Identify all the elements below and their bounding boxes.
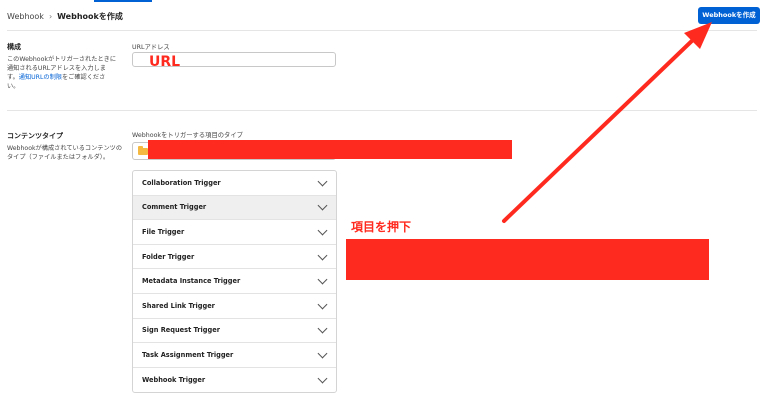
trigger-label: File Trigger	[142, 227, 185, 236]
chevron-down-icon	[317, 348, 328, 359]
breadcrumb: Webhook › Webhookを作成	[7, 11, 123, 22]
trigger-item-task-assignment[interactable]: Task Assignment Trigger	[133, 343, 336, 368]
url-address-label: URLアドレス	[132, 44, 170, 51]
trigger-item-metadata-instance[interactable]: Metadata Instance Trigger	[133, 269, 336, 294]
trigger-type-label: Webhookをトリガーする項目のタイプ	[132, 132, 243, 139]
trigger-label: Sign Request Trigger	[142, 326, 220, 335]
arrow-head-icon	[684, 22, 712, 49]
chevron-down-icon	[317, 250, 328, 261]
click-item-annotation: 項目を押下	[351, 220, 412, 234]
active-tab-indicator	[94, 0, 152, 2]
config-section-title: 構成	[7, 43, 21, 51]
config-section-description: このWebhookがトリガーされたときに通知されるURLアドレスを入力します。通…	[7, 55, 117, 91]
chevron-down-icon	[317, 373, 328, 384]
create-webhook-button[interactable]: Webhookを作成	[698, 7, 760, 24]
notification-url-restrictions-link[interactable]: 通知URLの制限	[19, 74, 62, 81]
trigger-label: Folder Trigger	[142, 252, 195, 261]
trigger-item-comment[interactable]: Comment Trigger	[133, 195, 336, 221]
chevron-down-icon	[317, 323, 328, 334]
trigger-label: Comment Trigger	[142, 203, 207, 212]
trigger-item-file[interactable]: File Trigger	[133, 220, 336, 245]
chevron-down-icon	[317, 274, 328, 285]
trigger-item-shared-link[interactable]: Shared Link Trigger	[133, 294, 336, 319]
trigger-label: Collaboration Trigger	[142, 178, 221, 187]
breadcrumb-root[interactable]: Webhook	[7, 12, 44, 21]
chevron-down-icon	[317, 225, 328, 236]
chevron-down-icon	[317, 176, 328, 187]
header-divider	[7, 30, 757, 31]
arrow-shaft	[502, 34, 699, 223]
content-type-section-title: コンテンツタイプ	[7, 132, 63, 140]
trigger-accordion: Collaboration Trigger Comment Trigger Fi…	[132, 170, 337, 394]
trigger-item-sign-request[interactable]: Sign Request Trigger	[133, 319, 336, 344]
trigger-item-collaboration[interactable]: Collaboration Trigger	[133, 171, 336, 196]
chevron-down-icon	[317, 200, 328, 211]
redaction-box	[148, 140, 512, 159]
trigger-label: Task Assignment Trigger	[142, 350, 234, 359]
breadcrumb-current: Webhookを作成	[57, 12, 123, 21]
trigger-item-webhook[interactable]: Webhook Trigger	[133, 368, 336, 393]
url-annotation: URL	[149, 54, 181, 70]
folder-icon	[138, 146, 148, 155]
section-divider	[7, 110, 757, 111]
chevron-down-icon	[317, 299, 328, 310]
trigger-label: Webhook Trigger	[142, 376, 206, 385]
chevron-right-icon: ›	[48, 12, 53, 21]
trigger-item-folder[interactable]: Folder Trigger	[133, 245, 336, 270]
trigger-label: Metadata Instance Trigger	[142, 277, 241, 286]
content-type-description: Webhookが構成されているコンテンツのタイプ（ファイルまたはフォルダ）。	[7, 145, 123, 161]
trigger-label: Shared Link Trigger	[142, 301, 215, 310]
redaction-box	[346, 239, 709, 280]
